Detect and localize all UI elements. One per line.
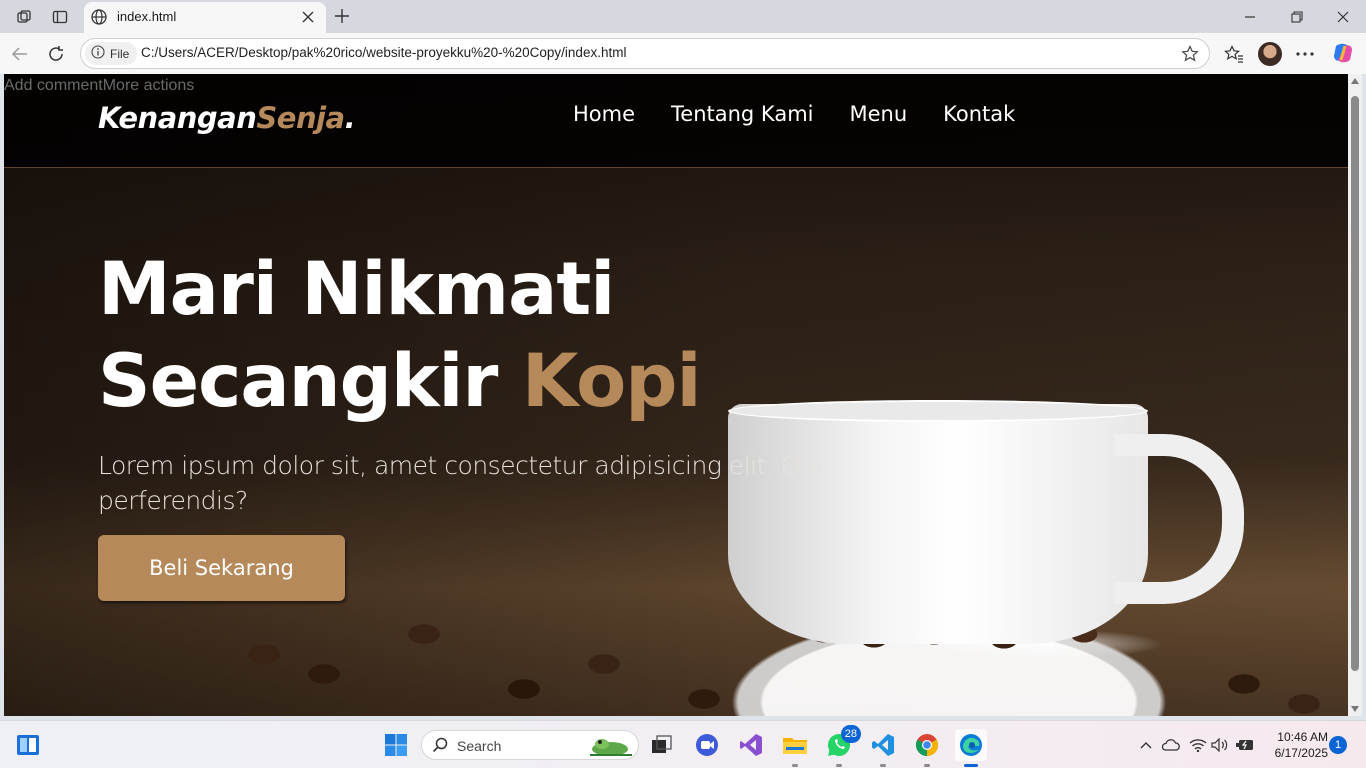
chrome-icon[interactable] bbox=[911, 729, 943, 767]
refresh-icon[interactable] bbox=[44, 42, 68, 66]
logo-accent: Senja bbox=[256, 101, 345, 135]
battery-icon[interactable] bbox=[1235, 735, 1255, 755]
onedrive-cloud-icon[interactable] bbox=[1160, 735, 1180, 755]
minimize-icon[interactable] bbox=[1238, 5, 1262, 29]
close-window-icon[interactable] bbox=[1331, 5, 1355, 29]
whatsapp-unread-badge: 28 bbox=[840, 725, 861, 743]
logo-main: Kenangan bbox=[98, 101, 257, 135]
tab-index-html[interactable]: index.html bbox=[84, 2, 326, 33]
clock-time: 10:46 AM bbox=[1277, 730, 1328, 744]
url-text[interactable]: C:/Users/ACER/Desktop/pak%20rico/website… bbox=[141, 45, 626, 60]
page-scrollbar[interactable] bbox=[1348, 74, 1362, 716]
start-icon[interactable] bbox=[380, 729, 412, 761]
notification-count-badge[interactable]: 1 bbox=[1329, 736, 1347, 754]
active-indicator bbox=[964, 764, 978, 767]
search-highlight-frog-icon bbox=[588, 733, 634, 763]
running-indicator bbox=[880, 764, 886, 767]
taskbar-search-box[interactable]: Search bbox=[421, 730, 639, 760]
logo-dot: . bbox=[344, 101, 356, 135]
running-indicator bbox=[836, 764, 842, 767]
back-arrow-icon[interactable] bbox=[8, 42, 32, 66]
site-navbar: KenanganSenja. Home Tentang Kami Menu Ko… bbox=[4, 74, 1348, 168]
tab-actions-icon[interactable] bbox=[49, 6, 71, 28]
running-indicator bbox=[792, 764, 798, 767]
nav-link-menu[interactable]: Menu bbox=[849, 102, 907, 126]
hero-title-line1: Mari Nikmati bbox=[98, 247, 615, 332]
hero-title-accent: Kopi bbox=[521, 339, 702, 424]
favorites-icon[interactable] bbox=[1222, 42, 1246, 66]
info-icon bbox=[91, 44, 105, 63]
hero-title: Mari Nikmati Secangkir Kopi bbox=[98, 244, 702, 428]
close-tab-icon[interactable] bbox=[298, 7, 318, 27]
favorite-star-icon[interactable] bbox=[1179, 43, 1201, 65]
nav-link-home[interactable]: Home bbox=[573, 102, 635, 126]
new-tab-icon[interactable] bbox=[331, 5, 353, 27]
nav-link-kontak[interactable]: Kontak bbox=[943, 102, 1015, 126]
search-icon bbox=[432, 737, 448, 757]
vscode-icon[interactable] bbox=[867, 729, 899, 767]
globe-icon bbox=[90, 8, 108, 30]
browser-tab-strip: index.html bbox=[0, 0, 1366, 33]
hero-title-line2: Secangkir bbox=[98, 339, 522, 424]
restore-icon[interactable] bbox=[1285, 5, 1309, 29]
zoom-icon[interactable] bbox=[691, 729, 723, 761]
show-hidden-icons-chevron-icon[interactable] bbox=[1136, 735, 1156, 755]
windows-taskbar: Search 28 10:46 AM 6/17/2025 1 bbox=[0, 720, 1366, 768]
tab-title: index.html bbox=[117, 9, 177, 24]
more-options-icon[interactable] bbox=[1293, 42, 1317, 66]
scroll-down-arrow-icon[interactable] bbox=[1351, 706, 1359, 712]
file-explorer-icon[interactable] bbox=[779, 729, 811, 767]
comment-overlay-text[interactable]: Add commentMore actions bbox=[4, 77, 194, 95]
scroll-up-arrow-icon[interactable] bbox=[1351, 78, 1359, 84]
workspaces-icon[interactable] bbox=[13, 6, 35, 28]
address-bar[interactable]: File C:/Users/ACER/Desktop/pak%20rico/we… bbox=[80, 38, 1210, 69]
task-view-icon[interactable] bbox=[646, 729, 678, 761]
site-info-chip[interactable]: File bbox=[85, 42, 138, 65]
nav-link-tentang-kami[interactable]: Tentang Kami bbox=[671, 102, 813, 126]
nav-menu: Home Tentang Kami Menu Kontak bbox=[573, 102, 1015, 126]
hero-description: Lorem ipsum dolor sit, amet consectetur … bbox=[98, 451, 830, 515]
profile-avatar[interactable] bbox=[1258, 42, 1282, 66]
coffee-beans-image bbox=[4, 594, 1348, 716]
buy-now-button[interactable]: Beli Sekarang bbox=[98, 535, 345, 601]
coffee-cup-rim bbox=[728, 400, 1148, 422]
clock-date: 6/17/2025 bbox=[1274, 746, 1328, 760]
search-label: Search bbox=[457, 738, 502, 754]
running-indicator bbox=[924, 764, 930, 767]
volume-icon[interactable] bbox=[1210, 735, 1230, 755]
page-viewport: KenanganSenja. Home Tentang Kami Menu Ko… bbox=[4, 74, 1348, 716]
browser-toolbar: File C:/Users/ACER/Desktop/pak%20rico/we… bbox=[0, 33, 1366, 74]
site-logo[interactable]: KenanganSenja. bbox=[98, 101, 356, 135]
scrollbar-thumb[interactable] bbox=[1351, 96, 1359, 671]
system-clock[interactable]: 10:46 AM 6/17/2025 bbox=[1262, 729, 1328, 761]
copilot-icon[interactable] bbox=[1332, 42, 1354, 64]
widgets-icon[interactable] bbox=[12, 729, 44, 761]
wifi-icon[interactable] bbox=[1188, 735, 1208, 755]
whatsapp-icon[interactable]: 28 bbox=[823, 725, 861, 767]
edge-icon[interactable] bbox=[955, 729, 987, 767]
site-chip-label: File bbox=[110, 46, 130, 61]
visual-studio-icon[interactable] bbox=[735, 729, 767, 761]
coffee-cup-image bbox=[728, 404, 1148, 644]
